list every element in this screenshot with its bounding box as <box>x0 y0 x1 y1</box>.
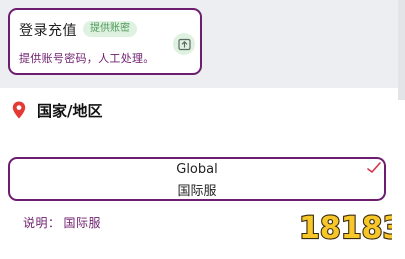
region-section-header: 国家/地区 <box>12 99 102 121</box>
location-pin-icon <box>12 101 26 119</box>
scrollbar[interactable] <box>398 0 405 100</box>
region-option-subname: 国际服 <box>177 184 217 199</box>
region-title: 国家/地区 <box>37 101 103 120</box>
check-icon <box>367 162 381 173</box>
recharge-badge: 提供账密 <box>83 21 137 37</box>
note-value: 国际服 <box>63 216 102 230</box>
recharge-option-title: 登录充值 <box>19 23 77 39</box>
login-recharge-option[interactable]: 登录充值 提供账密 提供账号密码，人工处理。 <box>8 8 202 75</box>
watermark-text: 18183 <box>299 211 392 246</box>
watermark-logo: 18183 <box>298 210 392 247</box>
region-option-global[interactable]: Global 国际服 <box>8 157 386 201</box>
note-label: 说明： <box>23 216 61 230</box>
region-note: 说明： 国际服 <box>23 214 101 231</box>
recharge-description: 提供账号密码，人工处理。 <box>19 52 155 65</box>
upload-icon[interactable] <box>173 33 195 55</box>
region-option-name: Global <box>176 162 218 177</box>
